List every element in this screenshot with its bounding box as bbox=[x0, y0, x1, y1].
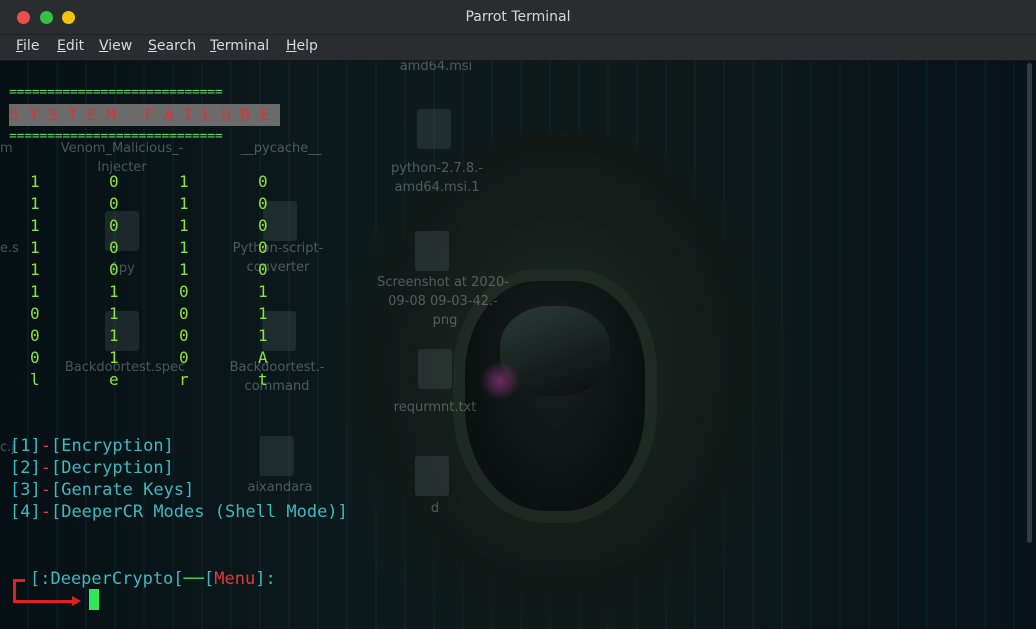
binary-digit: 0 bbox=[179, 282, 189, 301]
desktop-label: aixandara bbox=[247, 480, 313, 495]
scrollbar-thumb[interactable] bbox=[1027, 63, 1032, 543]
binary-digit: 1 bbox=[179, 260, 189, 279]
binary-digit: 0 bbox=[109, 172, 119, 191]
desktop-label: requrmnt.txt bbox=[393, 400, 477, 415]
binary-digit: e bbox=[109, 370, 119, 389]
desktop-label: d bbox=[430, 501, 440, 516]
binary-digit: 1 bbox=[109, 348, 119, 367]
binary-digit: 0 bbox=[30, 348, 40, 367]
desktop-label: command bbox=[244, 379, 310, 394]
binary-digit: 1 bbox=[179, 172, 189, 191]
desktop-label: Backdoortest.spec bbox=[64, 360, 186, 375]
binary-digit: 0 bbox=[258, 194, 268, 213]
desktop-label: 09-08 09-03-42.- bbox=[388, 294, 498, 309]
desktop-label: converter bbox=[246, 260, 310, 275]
system-failure-banner: SYSTEM FAILURE bbox=[9, 104, 280, 126]
option-encryption: [1]-[Encryption] bbox=[10, 436, 174, 456]
binary-digit: r bbox=[179, 370, 189, 389]
desktop-label: Screenshot at 2020- bbox=[377, 275, 509, 290]
binary-digit: 0 bbox=[30, 304, 40, 323]
desktop-image-file-icon bbox=[415, 231, 449, 271]
desktop-label: Python-script- bbox=[232, 241, 324, 256]
desktop-folder-icon bbox=[263, 201, 297, 241]
binary-digit: A bbox=[258, 348, 268, 367]
desktop-label: amd64.msi bbox=[399, 61, 473, 74]
desktop-folder-icon bbox=[415, 456, 449, 496]
desktop-label: Injecter bbox=[97, 160, 147, 175]
binary-digit: 1 bbox=[179, 216, 189, 235]
binary-digit: t bbox=[258, 370, 268, 389]
binary-digit: 1 bbox=[30, 216, 40, 235]
binary-digit: 1 bbox=[109, 282, 119, 301]
title-bar: Parrot Terminal bbox=[0, 0, 1036, 35]
binary-digit: 0 bbox=[30, 326, 40, 345]
desktop-label: f.py bbox=[111, 261, 135, 276]
menu-terminal[interactable]: Terminal bbox=[210, 38, 269, 54]
menu-search[interactable]: Search bbox=[148, 38, 196, 54]
banner-rule-bottom: ============================ bbox=[9, 129, 223, 144]
desktop-folder-icon bbox=[260, 436, 294, 476]
banner-rule-top: ============================ bbox=[9, 85, 223, 100]
binary-digit: 1 bbox=[30, 194, 40, 213]
desktop-file-icon bbox=[417, 109, 451, 149]
option-generate-keys: [3]-[Genrate Keys] bbox=[10, 480, 195, 500]
terminal-area[interactable]: amd64.msi Venom_Malicious_- Injecter __p… bbox=[0, 61, 1036, 629]
binary-digit: 1 bbox=[109, 304, 119, 323]
window-title: Parrot Terminal bbox=[465, 9, 571, 25]
option-shell-mode: [4]-[DeeperCR Modes (Shell Mode)] bbox=[10, 502, 348, 522]
binary-digit: 1 bbox=[109, 326, 119, 345]
binary-digit: 0 bbox=[179, 348, 189, 367]
menu-view[interactable]: View bbox=[99, 38, 132, 54]
desktop-label: python-2.7.8.- bbox=[390, 161, 484, 176]
menu-file[interactable]: File bbox=[16, 38, 39, 54]
binary-digit: 0 bbox=[109, 238, 119, 257]
binary-digit: 0 bbox=[258, 238, 268, 257]
binary-digit: 1 bbox=[258, 326, 268, 345]
desktop-label: amd64.msi.1 bbox=[394, 180, 480, 195]
binary-digit: 0 bbox=[109, 194, 119, 213]
menu-bar: File Edit View Search Terminal Help bbox=[0, 35, 1036, 61]
terminal-cursor[interactable] bbox=[89, 589, 99, 610]
binary-digit: 1 bbox=[179, 194, 189, 213]
terminal-scrollbar[interactable] bbox=[1027, 61, 1034, 629]
shell-prompt: [:DeeperCrypto[──[Menu]: bbox=[30, 569, 276, 589]
prompt-arrow-icon bbox=[13, 600, 75, 603]
desktop-label: Backdoortest.- bbox=[229, 360, 325, 375]
menu-help[interactable]: Help bbox=[286, 38, 318, 54]
binary-digit: 1 bbox=[258, 304, 268, 323]
binary-digit: 0 bbox=[258, 172, 268, 191]
desktop-label: png bbox=[432, 313, 458, 328]
binary-digit: 1 bbox=[30, 172, 40, 191]
binary-digit: 1 bbox=[179, 238, 189, 257]
binary-digit: 1 bbox=[30, 282, 40, 301]
option-decryption: [2]-[Decryption] bbox=[10, 458, 174, 478]
binary-digit: 0 bbox=[258, 216, 268, 235]
binary-digit: 0 bbox=[258, 260, 268, 279]
binary-digit: 1 bbox=[30, 260, 40, 279]
binary-digit: 0 bbox=[109, 216, 119, 235]
binary-digit: 0 bbox=[109, 260, 119, 279]
desktop-label: __pycache__ bbox=[240, 141, 322, 156]
desktop-label: e.s bbox=[0, 241, 19, 256]
binary-digit: 0 bbox=[179, 304, 189, 323]
menu-edit[interactable]: Edit bbox=[57, 38, 84, 54]
wallpaper-glow bbox=[480, 361, 520, 401]
prompt-arrow-head-icon bbox=[72, 596, 81, 606]
binary-digit: 1 bbox=[258, 282, 268, 301]
binary-digit: l bbox=[30, 370, 40, 389]
binary-digit: 1 bbox=[30, 238, 40, 257]
binary-digit: 0 bbox=[179, 326, 189, 345]
desktop-text-file-icon bbox=[418, 349, 452, 389]
